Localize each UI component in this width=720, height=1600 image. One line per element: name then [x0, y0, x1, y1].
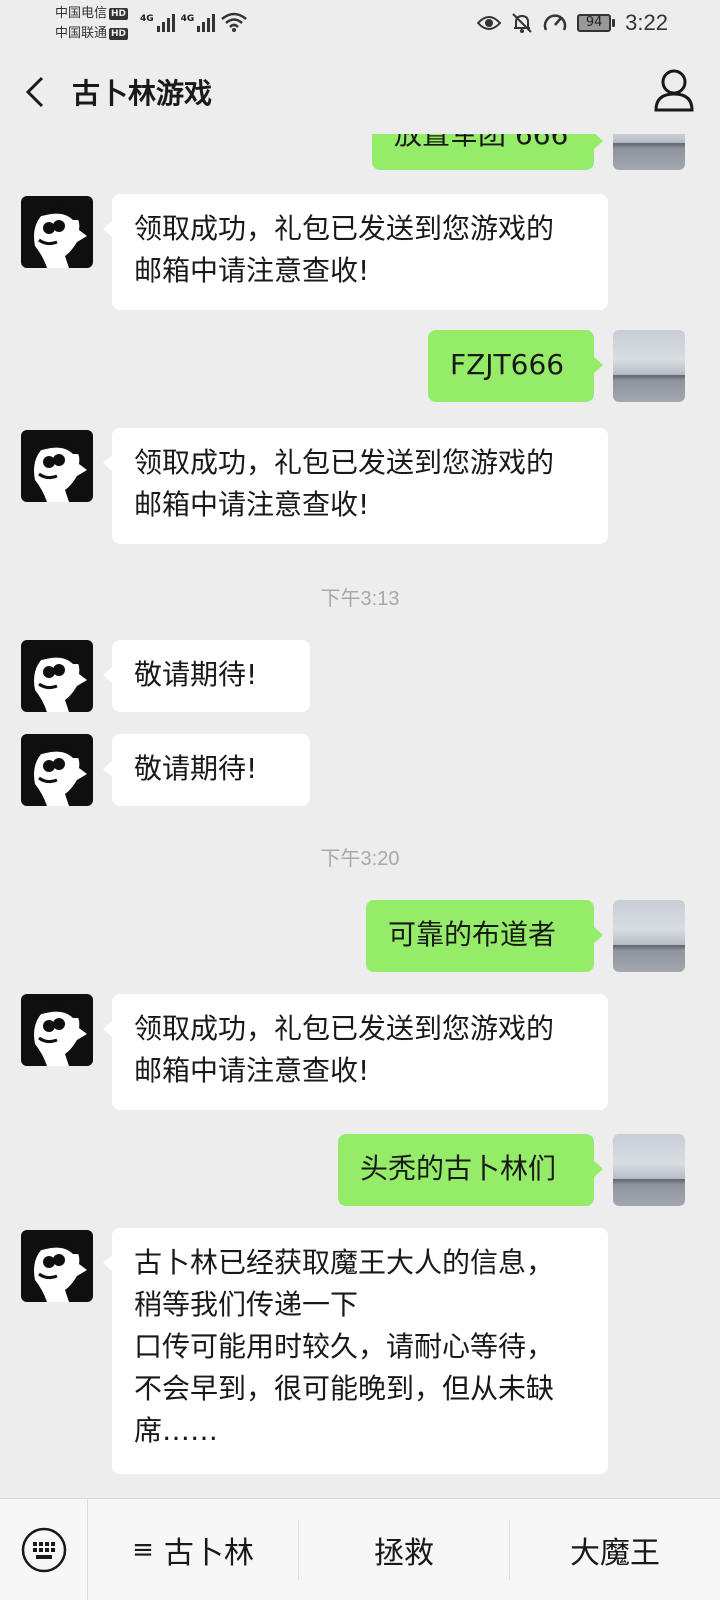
- message-incoming[interactable]: 古卜林已经获取魔王大人的信息， 稍等我们传递一下 口传可能用时较久，请耐心等待，…: [103, 1228, 608, 1474]
- carrier-info: 中国电信 HD 中国联通 HD: [55, 4, 129, 44]
- status-bar: 中国电信 HD 中国联通 HD 4G 4G 94 3:22: [0, 0, 720, 50]
- hd-badge: HD: [109, 28, 129, 40]
- message-outgoing[interactable]: 头秃的古卜林们: [338, 1134, 603, 1206]
- status-time: 3:22: [625, 10, 668, 35]
- menu-item-rescue[interactable]: 拯救: [299, 1519, 510, 1580]
- bot-avatar[interactable]: [21, 1230, 93, 1302]
- status-icons: 94 3:22: [477, 10, 668, 36]
- goblin-logo-icon: [33, 441, 87, 502]
- bot-avatar[interactable]: [21, 196, 93, 268]
- page-title: 古卜林游戏: [72, 77, 213, 110]
- eye-icon: [477, 16, 502, 30]
- message-outgoing[interactable]: 放置军团 666: [372, 134, 603, 170]
- bot-avatar[interactable]: [21, 430, 93, 502]
- goblin-logo-icon: [33, 1241, 87, 1302]
- timestamp: 下午3:13: [320, 588, 400, 610]
- back-button[interactable]: [18, 70, 58, 114]
- message-incoming[interactable]: 领取成功，礼包已发送到您游戏的 邮箱中请注意查收!: [103, 994, 608, 1110]
- profile-button[interactable]: [650, 66, 698, 116]
- bot-avatar[interactable]: [21, 734, 93, 806]
- message-incoming[interactable]: 敬请期待!: [103, 640, 310, 712]
- user-avatar[interactable]: [613, 900, 685, 972]
- bot-avatar[interactable]: [21, 640, 93, 712]
- battery-level: 94: [577, 14, 612, 32]
- person-icon: [654, 69, 694, 112]
- keyboard-icon: [21, 1527, 66, 1572]
- menu-list-icon: ≡: [132, 1534, 154, 1565]
- battery-tip: [612, 19, 616, 27]
- bot-avatar[interactable]: [21, 994, 93, 1066]
- bottom-menu: ≡ 古卜林 拯救 大魔王: [0, 1498, 720, 1600]
- goblin-logo-icon: [33, 745, 87, 806]
- message-incoming[interactable]: 领取成功，礼包已发送到您游戏的 邮箱中请注意查收!: [103, 194, 608, 310]
- battery-indicator: 94: [577, 14, 616, 32]
- message-incoming[interactable]: 领取成功，礼包已发送到您游戏的 邮箱中请注意查收!: [103, 428, 608, 544]
- speed-gauge-icon: [543, 14, 567, 31]
- user-avatar[interactable]: [613, 1134, 685, 1206]
- message-outgoing[interactable]: 可靠的布道者: [366, 900, 603, 972]
- menu-item-label: 拯救: [374, 1535, 434, 1571]
- signal-icon: 4G: [181, 14, 216, 32]
- user-avatar[interactable]: [613, 134, 685, 170]
- menu-item-label: 大魔王: [570, 1535, 660, 1571]
- carrier-1: 中国电信: [55, 6, 108, 21]
- menu-item-demon-king[interactable]: 大魔王: [510, 1520, 720, 1580]
- keyboard-toggle-button[interactable]: [0, 1498, 88, 1600]
- goblin-logo-icon: [33, 651, 87, 712]
- message-outgoing[interactable]: FZJT666: [428, 330, 603, 402]
- goblin-logo-icon: [33, 1005, 87, 1066]
- carrier-2: 中国联通: [55, 26, 108, 41]
- goblin-logo-icon: [33, 207, 87, 268]
- mute-bell-icon: [512, 13, 532, 33]
- menu-item-label: 古卜林: [163, 1535, 254, 1571]
- user-avatar[interactable]: [613, 330, 685, 402]
- menu-item-goblin[interactable]: ≡ 古卜林: [88, 1519, 299, 1580]
- message-incoming[interactable]: 敬请期待!: [103, 734, 310, 806]
- signal-icon: 4G: [140, 14, 175, 32]
- signal-indicators: 4G 4G: [140, 12, 248, 32]
- chat-messages[interactable]: 放置军团 666 领取成功，礼包已发送到您游戏的 邮箱中请注意查收! FZJT6…: [0, 134, 720, 1498]
- timestamp: 下午3:20: [320, 848, 400, 870]
- chat-header: 古卜林游戏: [0, 50, 720, 134]
- wifi-icon: [221, 12, 248, 32]
- hd-badge: HD: [109, 8, 129, 20]
- chevron-left-icon: [25, 76, 44, 108]
